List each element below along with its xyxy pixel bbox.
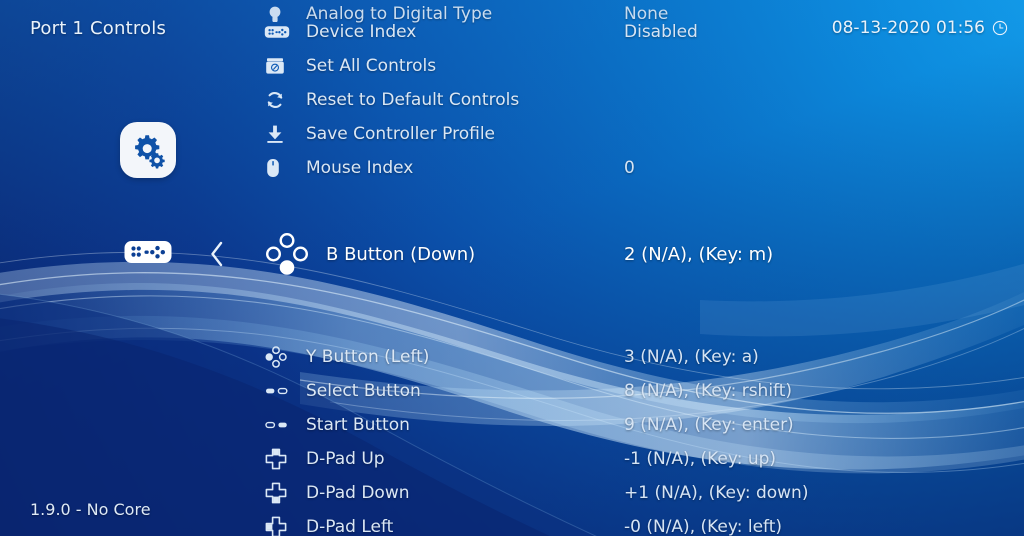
menu-row-save-controller-profile[interactable]: Save Controller Profile (264, 118, 1008, 149)
menu-row-label: D-Pad Up (306, 448, 385, 469)
refresh-icon (264, 89, 306, 111)
menu-row-label: Save Controller Profile (306, 123, 496, 144)
menu-row-dpad-up[interactable]: D-Pad Up -1 (N/A), (Key: up) (264, 443, 1008, 474)
menu-row-set-all-controls[interactable]: Set All Controls (264, 50, 1008, 81)
menu-row-value: 2 (N/A), (Key: m) (624, 243, 774, 265)
menu-row-b-button-down[interactable]: B Button (Down) 2 (N/A), (Key: m) (264, 225, 1008, 283)
menu-row-label: Set All Controls (306, 55, 437, 76)
mouse-icon (264, 157, 306, 179)
y-button-icon (264, 345, 306, 369)
menu-row-value: -0 (N/A), (Key: left) (624, 516, 783, 536)
b-button-icon (264, 231, 326, 277)
menu-row-value: -1 (N/A), (Key: up) (624, 448, 777, 469)
menu-row-dpad-down[interactable]: D-Pad Down +1 (N/A), (Key: down) (264, 477, 1008, 508)
menu-row-value: +1 (N/A), (Key: down) (624, 482, 809, 503)
menu-row-reset-to-default-controls[interactable]: Reset to Default Controls (264, 84, 1008, 115)
version-status-text: 1.9.0 - No Core (30, 500, 151, 519)
menu-row-value: Disabled (624, 21, 698, 42)
menu-row-start-button[interactable]: Start Button 9 (N/A), (Key: enter) (264, 409, 1008, 440)
settings-menu-list: Analog to Digital Type None Device Index… (0, 0, 1024, 536)
menu-row-label: Select Button (306, 380, 421, 401)
start-button-icon (264, 418, 306, 432)
menu-row-value: 0 (624, 157, 635, 178)
menu-row-label: Y Button (Left) (306, 346, 430, 367)
menu-row-mouse-index[interactable]: Mouse Index 0 (264, 152, 1008, 183)
menu-row-label: Device Index (306, 21, 417, 42)
dpad-down-icon (264, 481, 306, 505)
menu-row-device-index[interactable]: Device Index Disabled (264, 16, 1008, 47)
retroarch-screen: Port 1 Controls 08-13-2020 01:56 Analog … (0, 0, 1024, 536)
dpad-left-icon (264, 515, 306, 536)
download-icon (264, 123, 306, 145)
menu-row-dpad-left[interactable]: D-Pad Left -0 (N/A), (Key: left) (264, 511, 1008, 536)
select-button-icon (264, 384, 306, 398)
menu-row-label: D-Pad Left (306, 516, 394, 536)
menu-row-label: Start Button (306, 414, 410, 435)
menu-row-value: 3 (N/A), (Key: a) (624, 346, 759, 367)
dpad-up-icon (264, 447, 306, 471)
menu-row-value: 8 (N/A), (Key: rshift) (624, 380, 793, 401)
menu-row-value: 9 (N/A), (Key: enter) (624, 414, 794, 435)
menu-row-label: D-Pad Down (306, 482, 410, 503)
menu-row-label: Reset to Default Controls (306, 89, 520, 110)
menu-row-y-button-left[interactable]: Y Button (Left) 3 (N/A), (Key: a) (264, 341, 1008, 372)
camera-box-icon (264, 55, 306, 77)
menu-row-label: B Button (Down) (326, 243, 476, 265)
gamepad-small-icon (264, 24, 306, 40)
menu-row-select-button[interactable]: Select Button 8 (N/A), (Key: rshift) (264, 375, 1008, 406)
menu-row-label: Mouse Index (306, 157, 414, 178)
